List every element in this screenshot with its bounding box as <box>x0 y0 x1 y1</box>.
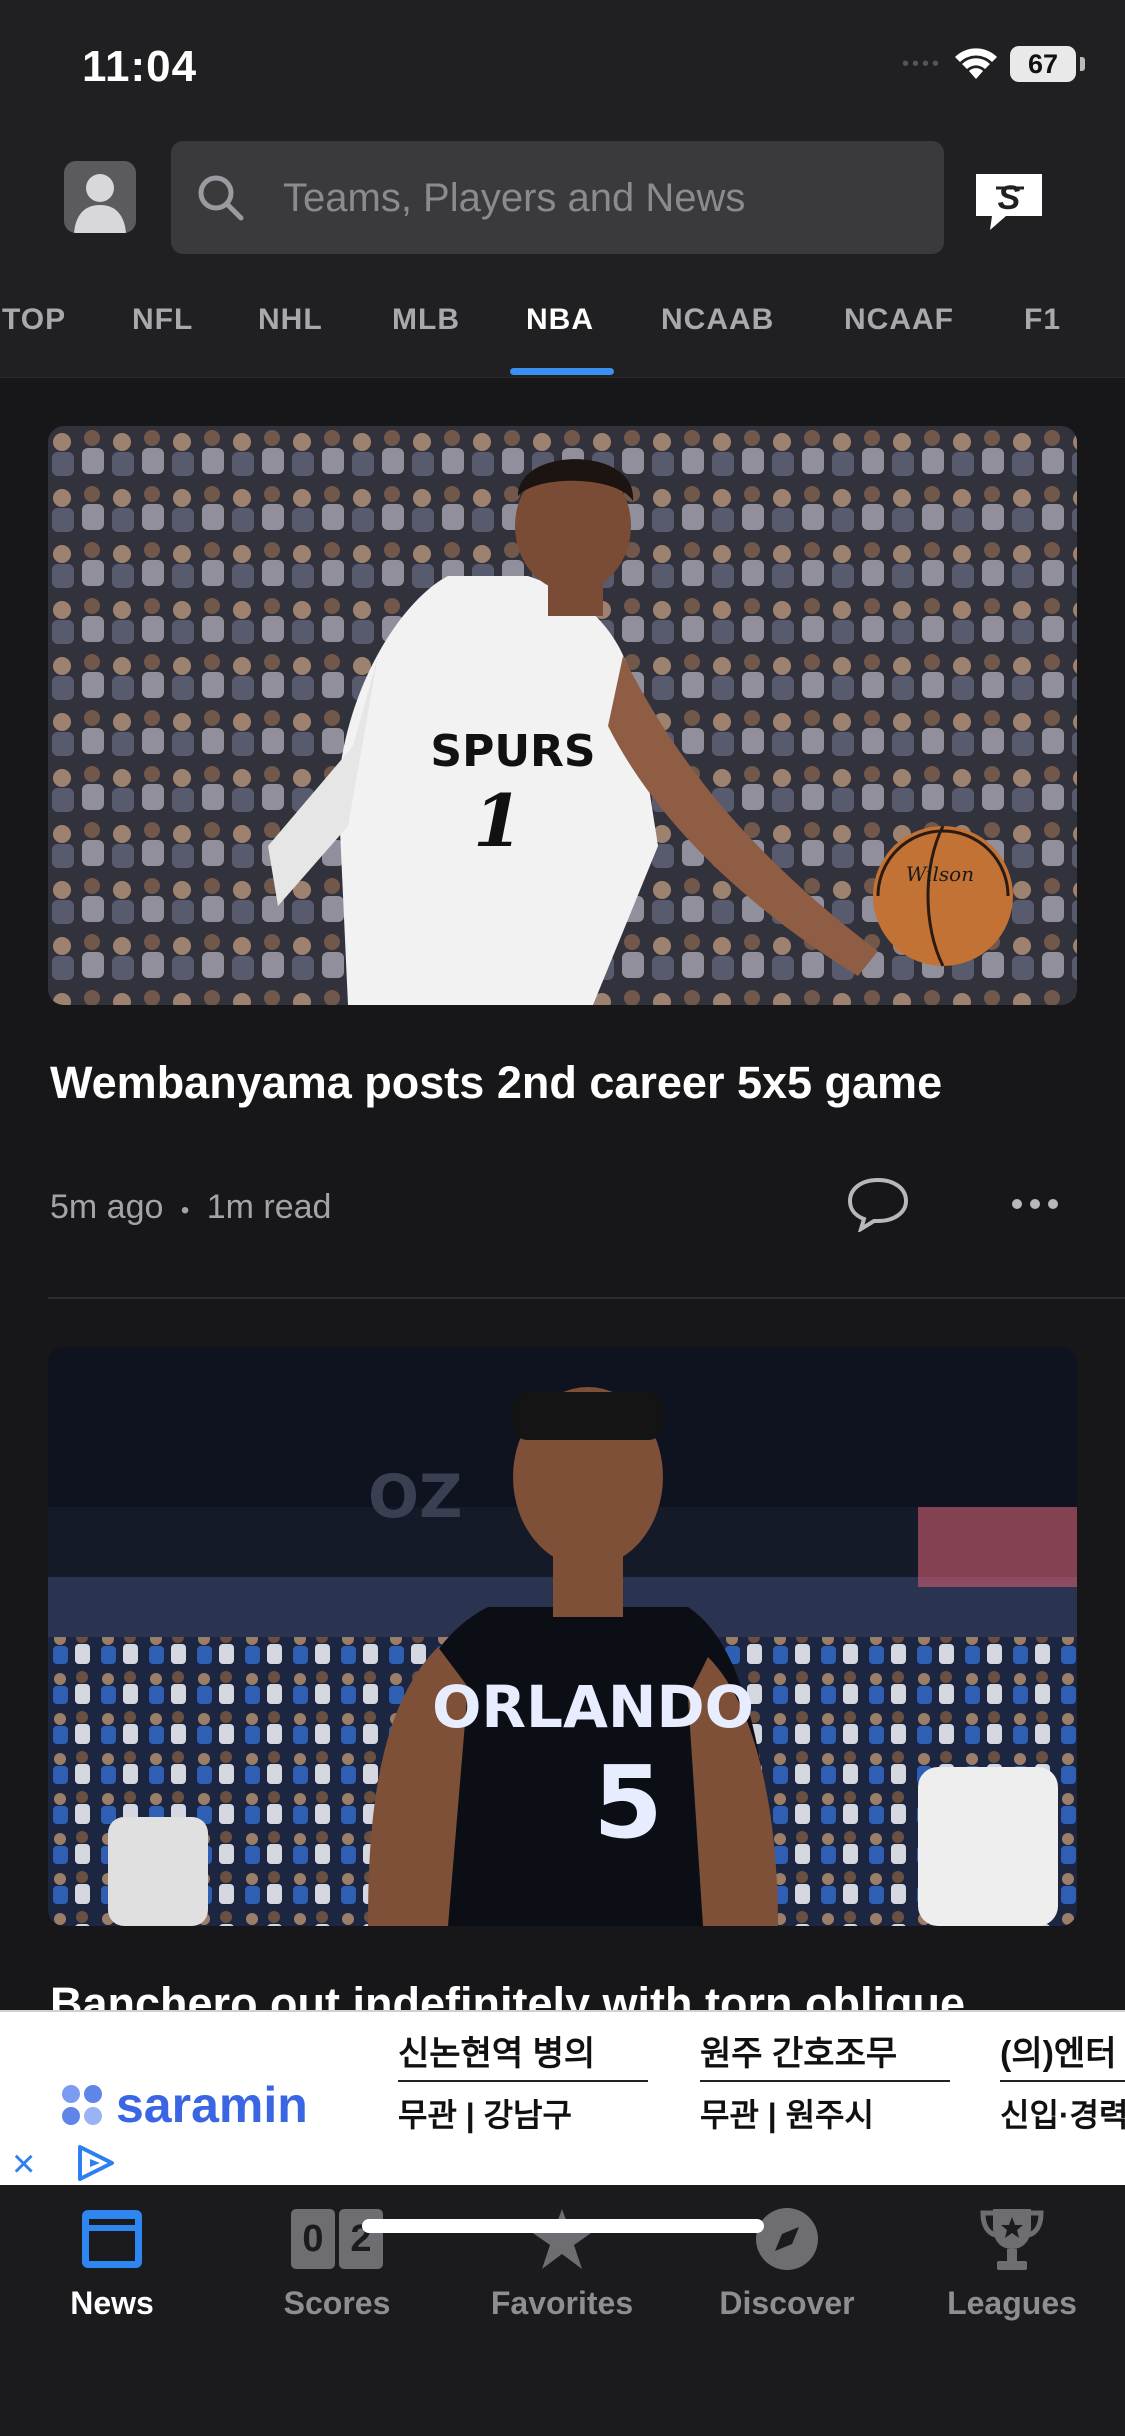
ad-listing-title: 원주 간호조무 <box>700 2026 950 2082</box>
ad-listing[interactable]: 원주 간호조무 무관 | 원주시 <box>700 2026 950 2136</box>
active-tab-indicator <box>510 368 614 375</box>
news-icon <box>82 2210 142 2268</box>
tab-top[interactable]: TOP <box>2 303 66 337</box>
tab-mlb[interactable]: MLB <box>392 303 460 337</box>
home-indicator[interactable] <box>362 2219 764 2233</box>
battery-nub <box>1080 57 1085 71</box>
wifi-icon <box>955 48 997 79</box>
battery-icon: 67 <box>1010 46 1076 82</box>
ad-brand-text: saramin <box>116 2077 308 2133</box>
ad-listing-detail: 무관 | 강남구 <box>398 2097 572 2133</box>
ad-listing-title: (의)엔터의 <box>1000 2026 1125 2082</box>
more-options-icon[interactable] <box>1010 1196 1060 1212</box>
score-digit: 0 <box>291 2209 335 2269</box>
article-read-time: 1m read <box>206 1188 332 1226</box>
ad-listing-detail: 신입·경력 <box>1000 2097 1125 2133</box>
meta-separator: • <box>180 1197 190 1224</box>
status-bar: 11:04 •••• 67 <box>0 0 1125 132</box>
tab-f1[interactable]: F1 <box>1024 303 1061 337</box>
star-icon <box>530 2209 594 2269</box>
article-meta: 5m ago • 1m read <box>50 1188 331 1227</box>
cellular-signal-icon: •••• <box>901 52 942 75</box>
wembanyama-photo: Wilson SPURS 1 <box>48 426 1077 1005</box>
tab-nhl[interactable]: NHL <box>258 303 323 337</box>
nav-leagues[interactable]: Leagues <box>912 2203 1112 2322</box>
score-digit: 2 <box>339 2209 383 2269</box>
nav-label: Scores <box>283 2285 391 2321</box>
article-divider <box>48 1297 1125 1299</box>
profile-avatar[interactable] <box>64 161 136 233</box>
person-icon <box>74 174 126 233</box>
jersey-team-text: SPURS <box>430 726 595 777</box>
nav-label: News <box>70 2285 154 2321</box>
compass-icon <box>756 2208 818 2270</box>
comment-icon[interactable] <box>846 1176 910 1232</box>
ball-brand-text: Wilson <box>906 862 974 886</box>
ad-close-icon[interactable]: × <box>12 2142 35 2185</box>
bottom-nav: News 0 2 Scores Favorites Discover Leagu… <box>0 2185 1125 2436</box>
search-header: Teams, Players and News S <box>0 132 1125 272</box>
article-image[interactable]: OZ ORLANDO 5 <box>48 1347 1077 1926</box>
tab-ncaaf[interactable]: NCAAF <box>844 303 954 337</box>
nav-label: Leagues <box>947 2285 1077 2321</box>
jersey-number-text: 1 <box>473 778 523 863</box>
tab-nfl[interactable]: NFL <box>132 303 193 337</box>
article-age: 5m ago <box>50 1188 164 1226</box>
arena-sign-text: OZ <box>368 1462 463 1532</box>
nav-news[interactable]: News <box>12 2203 212 2322</box>
tab-nba[interactable]: NBA <box>526 303 594 337</box>
search-placeholder: Teams, Players and News <box>283 176 746 220</box>
chat-s-icon[interactable]: S <box>972 170 1046 234</box>
ad-listing[interactable]: 신논현역 병의 무관 | 강남구 <box>398 2026 648 2136</box>
scores-icon: 0 2 <box>291 2209 383 2269</box>
ad-listing[interactable]: (의)엔터의 신입·경력 <box>1000 2026 1125 2136</box>
svg-text:S: S <box>998 179 1021 217</box>
status-icons: •••• 67 <box>902 46 1085 82</box>
ad-choices-icon[interactable] <box>72 2143 118 2183</box>
tab-ncaab[interactable]: NCAAB <box>661 303 774 337</box>
nav-label: Favorites <box>490 2285 634 2321</box>
jersey-number-text: 5 <box>593 1744 663 1861</box>
ad-brand-logo: saramin <box>60 2076 308 2134</box>
saramin-dots-icon <box>62 2085 102 2125</box>
status-time: 11:04 <box>82 42 198 91</box>
search-input[interactable]: Teams, Players and News <box>171 141 944 254</box>
nav-label: Discover <box>719 2285 855 2321</box>
search-icon <box>198 175 244 221</box>
ad-listing-detail: 무관 | 원주시 <box>700 2097 874 2133</box>
ad-listing-title: 신논현역 병의 <box>398 2026 648 2082</box>
trophy-icon <box>980 2209 1044 2270</box>
article-headline[interactable]: Wembanyama posts 2nd career 5x5 game <box>50 1057 942 1109</box>
article-image[interactable]: Wilson SPURS 1 <box>48 426 1077 1005</box>
banchero-photo: OZ ORLANDO 5 <box>48 1347 1077 1926</box>
sport-tabs: TOP NFL NHL MLB NBA NCAAB NCAAF F1 <box>0 272 1125 378</box>
ad-banner[interactable]: saramin 신논현역 병의 무관 | 강남구 원주 간호조무 무관 | 원주… <box>0 2010 1125 2185</box>
jersey-team-text: ORLANDO <box>432 1673 754 1741</box>
